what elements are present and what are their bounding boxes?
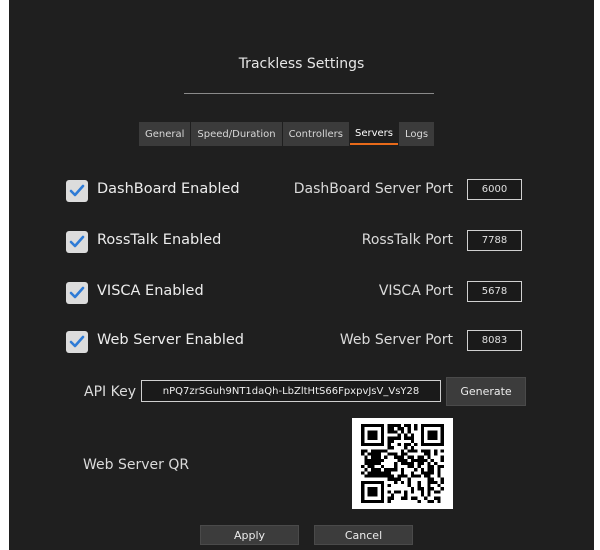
rosstalk-enabled-checkbox[interactable] — [66, 231, 88, 253]
title-divider — [184, 93, 434, 94]
checkmark-icon — [69, 335, 85, 348]
visca-enabled-checkbox[interactable] — [66, 282, 88, 304]
server-row-web: Web Server Enabled Web Server Port 8083 — [9, 328, 594, 356]
visca-enabled-label: VISCA Enabled — [97, 283, 204, 299]
tab-bar: General Speed/Duration Controllers Serve… — [139, 122, 435, 146]
qr-code — [352, 418, 453, 509]
rosstalk-enabled-label: RossTalk Enabled — [97, 232, 222, 248]
web-server-port-input[interactable]: 8083 — [467, 330, 522, 351]
api-key-input[interactable]: nPQ7zrSGuh9NT1daQh-LbZltHtS66FpxpvJsV_Vs… — [141, 380, 441, 402]
cancel-button[interactable]: Cancel — [314, 525, 413, 545]
checkmark-icon — [69, 235, 85, 248]
dialog-title: Trackless Settings — [238, 56, 365, 72]
web-server-port-label: Web Server Port — [339, 332, 453, 348]
dashboard-enabled-checkbox[interactable] — [66, 180, 88, 202]
checkmark-icon — [69, 286, 85, 299]
visca-port-label: VISCA Port — [378, 283, 453, 299]
tab-speed-duration[interactable]: Speed/Duration — [191, 122, 282, 146]
tab-logs[interactable]: Logs — [399, 122, 435, 146]
web-server-qr-label: Web Server QR — [83, 457, 190, 473]
web-server-enabled-label: Web Server Enabled — [97, 332, 244, 348]
settings-dialog: Trackless Settings General Speed/Duratio… — [9, 0, 594, 550]
server-row-dashboard: DashBoard Enabled DashBoard Server Port … — [9, 177, 594, 205]
rosstalk-port-input[interactable]: 7788 — [467, 230, 522, 251]
dashboard-port-input[interactable]: 6000 — [467, 179, 522, 200]
server-row-visca: VISCA Enabled VISCA Port 5678 — [9, 279, 594, 307]
checkmark-icon — [69, 184, 85, 197]
qr-code-image — [361, 424, 444, 503]
tab-servers[interactable]: Servers — [349, 124, 398, 145]
api-key-label: API Key — [84, 384, 136, 400]
rosstalk-port-label: RossTalk Port — [361, 232, 453, 248]
dashboard-port-label: DashBoard Server Port — [293, 181, 453, 197]
web-server-enabled-checkbox[interactable] — [66, 331, 88, 353]
tab-general[interactable]: General — [139, 122, 191, 146]
dashboard-enabled-label: DashBoard Enabled — [97, 181, 240, 197]
generate-button[interactable]: Generate — [446, 377, 526, 406]
visca-port-input[interactable]: 5678 — [467, 281, 522, 302]
server-row-rosstalk: RossTalk Enabled RossTalk Port 7788 — [9, 228, 594, 256]
tab-controllers[interactable]: Controllers — [282, 122, 349, 146]
apply-button[interactable]: Apply — [200, 525, 299, 545]
